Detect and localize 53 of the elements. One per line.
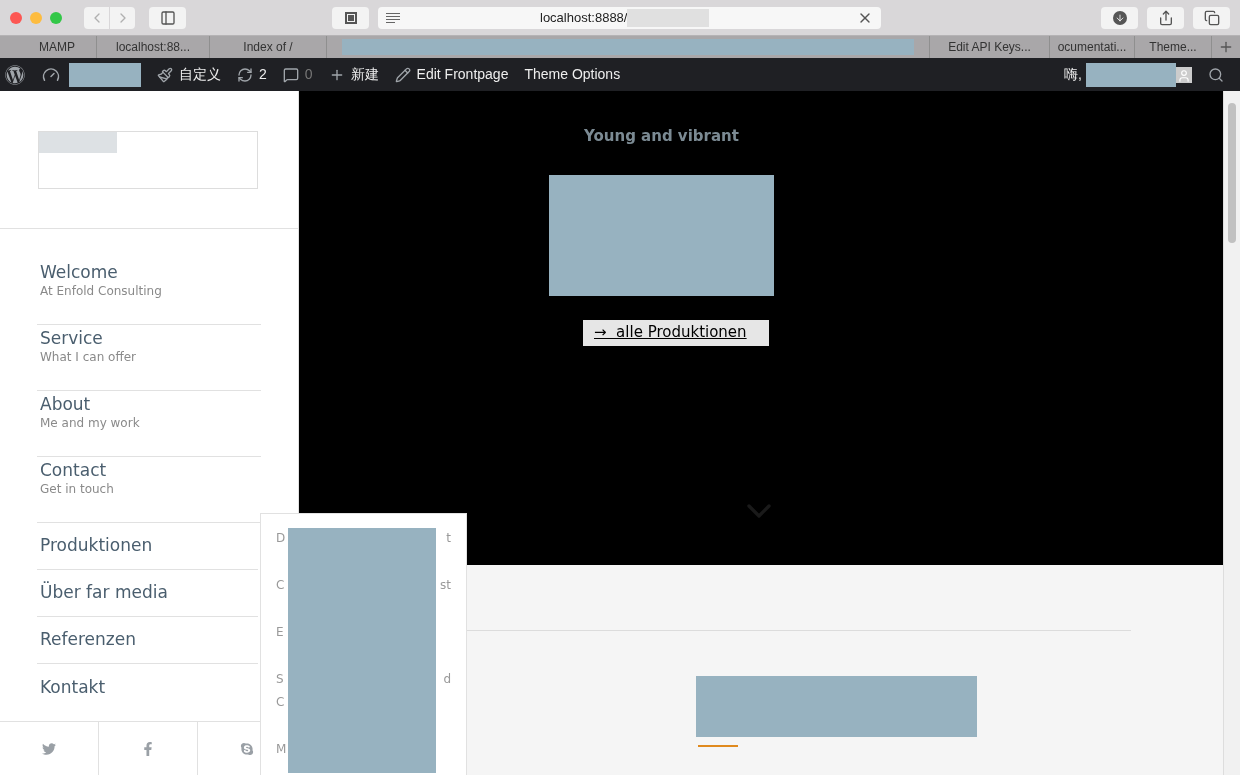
close-window-button[interactable] xyxy=(10,11,22,24)
reader-list-icon xyxy=(386,12,400,23)
refresh-icon xyxy=(237,66,253,83)
reader-button[interactable] xyxy=(332,6,369,29)
sidebar-icon xyxy=(159,9,176,26)
admin-bar-item[interactable]: 自定义 xyxy=(157,64,221,85)
admin-bar-item[interactable]: Edit Frontpage xyxy=(394,64,509,85)
address-field[interactable]: localhost:8888/ xyxy=(378,6,881,29)
share-icon xyxy=(1157,9,1174,26)
menu-item[interactable]: About Me and my work xyxy=(37,391,261,457)
reader-icon xyxy=(344,11,357,24)
admin-bar-item[interactable]: 2 xyxy=(237,64,267,85)
search-icon[interactable] xyxy=(1208,66,1224,83)
submenu-text[interactable]: S xyxy=(276,669,284,688)
submenu-text[interactable]: t xyxy=(446,528,451,547)
admin-bar-item[interactable]: Theme Options xyxy=(524,64,621,85)
hero-tagline: Young and vibrant xyxy=(584,126,740,147)
plus-icon xyxy=(1218,39,1234,55)
submenu-text[interactable]: E xyxy=(276,622,284,641)
download-icon xyxy=(1112,10,1127,25)
menu-item[interactable]: Produktionen xyxy=(37,523,258,570)
wordpress-icon[interactable] xyxy=(5,64,25,85)
address-text: localhost:8888/ xyxy=(540,8,628,27)
tabs-overview-button[interactable] xyxy=(1193,6,1230,29)
productions-link-button[interactable]: → alle Produktionen xyxy=(583,319,769,346)
pencil-icon xyxy=(394,66,411,83)
submenu-text[interactable]: C xyxy=(276,692,285,711)
admin-bar-item[interactable]: 新建 xyxy=(328,64,379,85)
greeting-text: 嗨, xyxy=(1064,65,1082,84)
menu-item[interactable]: Service What I can offer xyxy=(37,325,261,391)
submenu-text[interactable]: d xyxy=(443,669,451,688)
facebook-icon xyxy=(141,741,155,756)
menu-item[interactable]: Referenzen xyxy=(37,617,258,664)
dashboard-icon[interactable] xyxy=(42,65,60,84)
menu-item[interactable]: Über far media xyxy=(37,570,258,617)
downloads-button[interactable] xyxy=(1101,6,1138,29)
submenu-text[interactable]: D xyxy=(276,528,286,547)
menu-item[interactable]: Welcome At Enfold Consulting xyxy=(37,259,261,325)
sidebar-button[interactable] xyxy=(149,6,186,29)
submenu-text[interactable]: st xyxy=(440,575,451,594)
admin-bar-item[interactable]: 0 xyxy=(282,64,313,85)
tabs-icon xyxy=(1203,9,1220,26)
submenu-text[interactable]: C xyxy=(276,575,285,594)
paintbrush-icon xyxy=(157,66,173,83)
comment-icon xyxy=(282,66,299,83)
share-button[interactable] xyxy=(1147,6,1184,29)
twitter-icon xyxy=(42,741,56,756)
menu-item[interactable]: Contact Get in touch xyxy=(37,457,261,523)
avatar-icon[interactable] xyxy=(1176,66,1192,83)
menu-item[interactable]: Kontakt xyxy=(37,664,258,711)
skype-icon xyxy=(240,741,254,756)
accent-line xyxy=(698,745,738,747)
submenu-text[interactable]: M xyxy=(276,739,287,758)
